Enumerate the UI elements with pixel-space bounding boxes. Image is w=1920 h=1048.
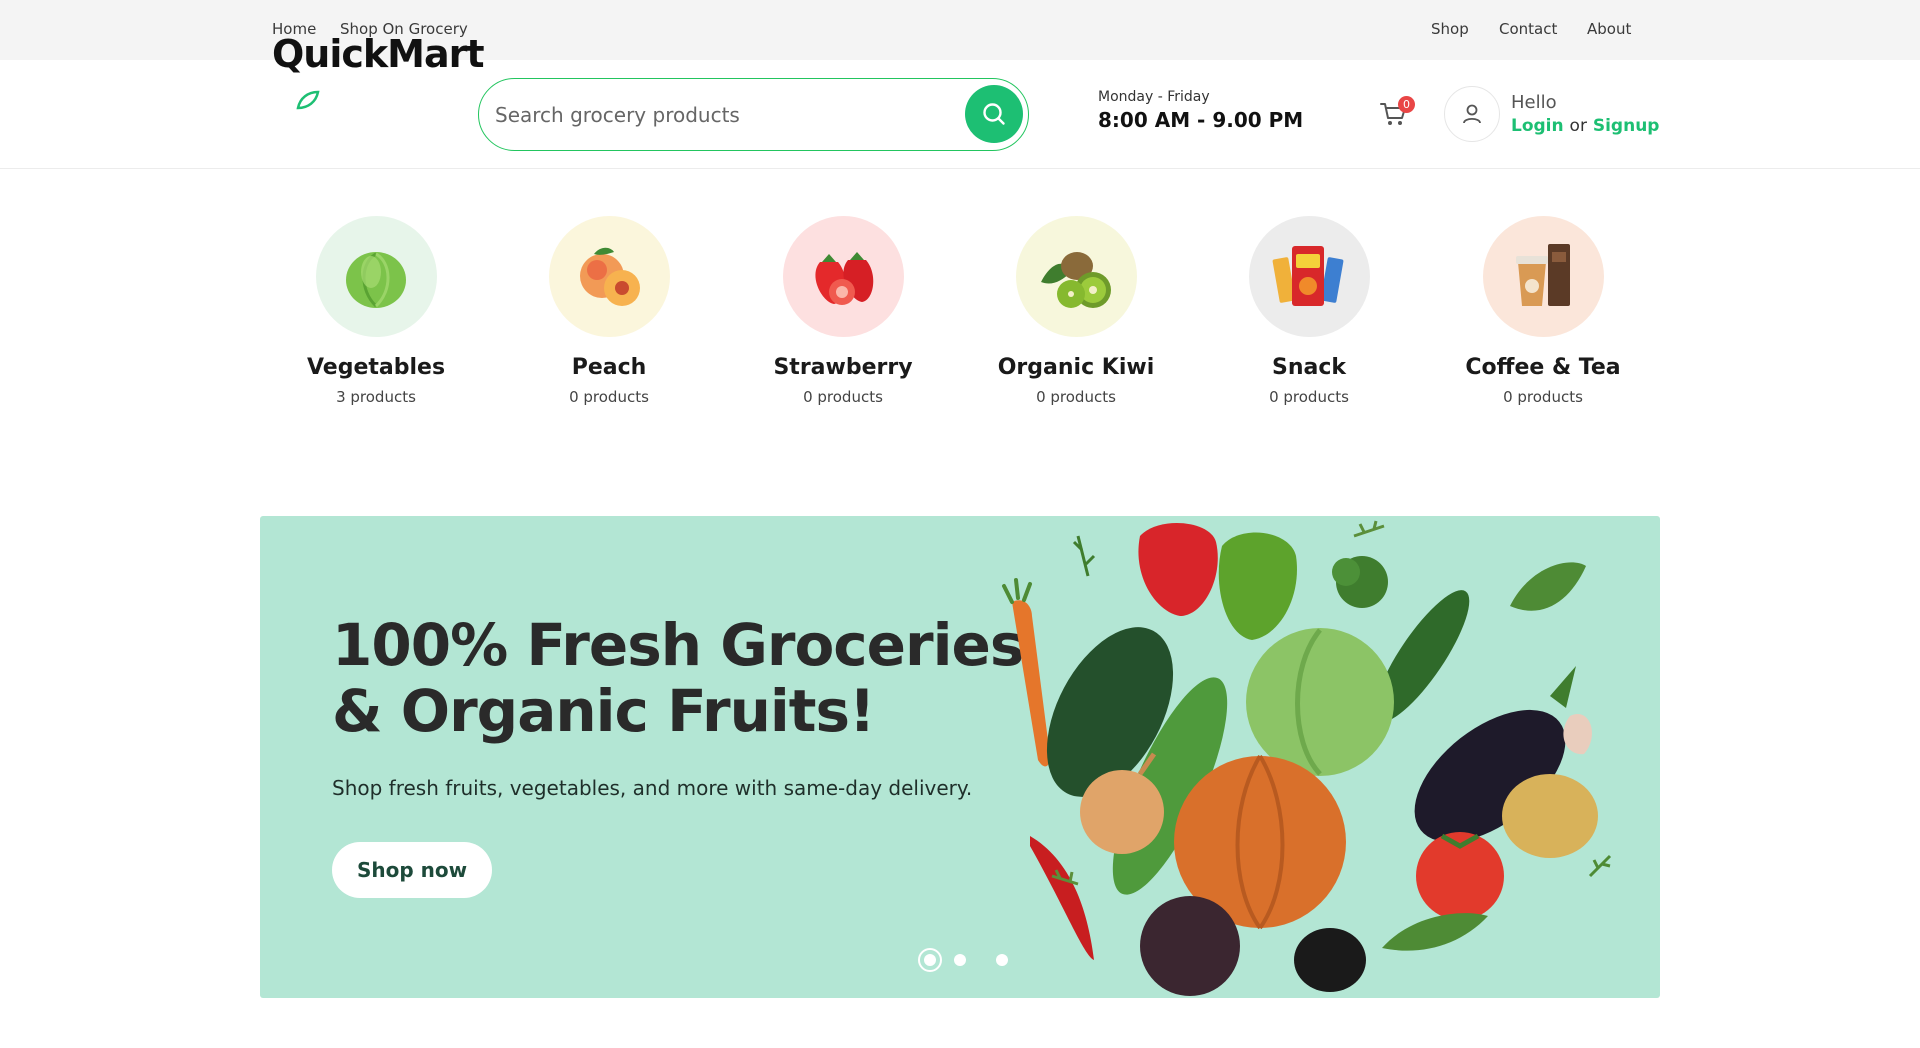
category-image: [1015, 216, 1137, 337]
search-bar: [478, 78, 1029, 151]
cart-count-badge: 0: [1398, 96, 1415, 113]
hero-title-line1: 100% Fresh Groceries: [332, 611, 1024, 679]
logo-leaf-icon: [296, 90, 320, 110]
auth-separator: or: [1569, 116, 1587, 136]
category-peach[interactable]: Peach 0 products: [509, 216, 709, 406]
store-hours-days: Monday - Friday: [1098, 89, 1210, 105]
snack-icon: [1272, 245, 1344, 306]
login-link[interactable]: Login: [1511, 116, 1564, 136]
slider-dot-1[interactable]: [918, 948, 942, 972]
category-name: Peach: [571, 355, 647, 380]
store-hours-time: 8:00 AM - 9.00 PM: [1098, 108, 1304, 132]
user-account-button[interactable]: [1444, 86, 1500, 142]
cabbage-icon: [346, 251, 406, 308]
category-coffee-tea[interactable]: Coffee & Tea 0 products: [1443, 216, 1643, 406]
category-strawberry[interactable]: Strawberry 0 products: [743, 216, 943, 406]
shop-now-button[interactable]: Shop now: [332, 842, 492, 898]
category-count: 0 products: [803, 388, 883, 406]
category-name: Strawberry: [773, 355, 913, 380]
auth-links: Login or Signup: [1511, 116, 1659, 136]
category-name: Coffee & Tea: [1465, 355, 1621, 380]
vegetables-illustration: [1002, 520, 1612, 996]
category-image: [548, 216, 670, 337]
nav-link-shop[interactable]: Shop: [1431, 20, 1469, 38]
signup-link[interactable]: Signup: [1593, 116, 1660, 136]
strawberry-icon: [815, 251, 874, 305]
category-image: [1482, 216, 1604, 337]
category-organic-kiwi[interactable]: Organic Kiwi 0 products: [976, 216, 1176, 406]
nav-link-contact[interactable]: Contact: [1499, 20, 1557, 38]
category-count: 0 products: [1036, 388, 1116, 406]
slider-dot-3[interactable]: [996, 954, 1008, 966]
hero-subtitle: Shop fresh fruits, vegetables, and more …: [332, 776, 973, 800]
category-image: [315, 216, 437, 337]
search-input[interactable]: [495, 99, 935, 131]
hero-title: 100% Fresh Groceries & Organic Fruits!: [332, 612, 1032, 744]
category-vegetables[interactable]: Vegetables 3 products: [276, 216, 476, 406]
category-count: 3 products: [336, 388, 416, 406]
user-icon: [1463, 104, 1481, 124]
category-count: 0 products: [569, 388, 649, 406]
peach-icon: [580, 247, 640, 306]
kiwi-icon: [1041, 251, 1111, 308]
category-count: 0 products: [1503, 388, 1583, 406]
category-image: [782, 216, 904, 337]
category-image: [1248, 216, 1370, 337]
category-name: Snack: [1271, 355, 1347, 380]
slider-dot-2[interactable]: [954, 954, 966, 966]
category-snack[interactable]: Snack 0 products: [1209, 216, 1409, 406]
category-name: Vegetables: [306, 355, 446, 380]
category-name: Organic Kiwi: [997, 355, 1155, 380]
hero-banner: 100% Fresh Groceries & Organic Fruits! S…: [260, 516, 1660, 998]
cart-button[interactable]: 0: [1378, 96, 1415, 134]
search-icon: [983, 103, 1005, 125]
coffee-icon: [1516, 243, 1570, 306]
category-count: 0 products: [1269, 388, 1349, 406]
greeting-text: Hello: [1511, 92, 1557, 113]
search-button[interactable]: [965, 85, 1023, 143]
slider-dot-active-indicator: [924, 954, 936, 966]
nav-link-about[interactable]: About: [1587, 20, 1631, 38]
hero-title-line2: & Organic Fruits!: [332, 677, 875, 745]
logo[interactable]: QuickMart: [272, 32, 485, 76]
